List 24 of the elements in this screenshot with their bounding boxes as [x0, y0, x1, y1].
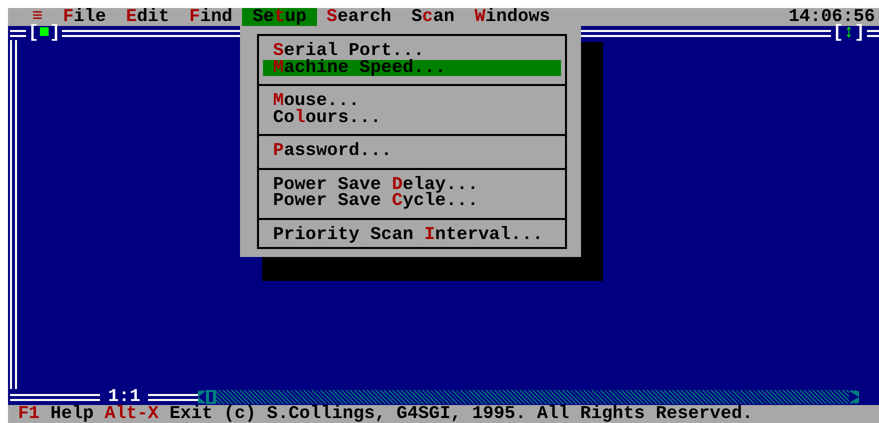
menu-item[interactable]: Edit	[116, 8, 180, 26]
menu-option[interactable]: Power Save Delay...	[263, 176, 561, 193]
horizontal-scrollbar[interactable]	[198, 390, 860, 404]
left-arrow-icon[interactable]	[198, 391, 206, 403]
menu-option[interactable]: Password...	[263, 143, 561, 160]
right-arrow-icon[interactable]	[849, 391, 860, 403]
menu-item[interactable]: Find	[179, 8, 242, 26]
frame-line	[148, 394, 198, 400]
menu-item[interactable]: Search	[316, 8, 402, 26]
copyright-text: (c) S.Collings, G4SGI, 1995. All Rights Reserved.	[224, 404, 753, 423]
menu-option[interactable]: Power Save Cycle...	[263, 193, 561, 210]
frame-line	[867, 30, 879, 36]
cursor-position: 1:1	[108, 389, 140, 405]
menu-option[interactable]: Colours...	[263, 110, 561, 126]
menu-option[interactable]: Priority Scan Interval...	[263, 226, 561, 243]
menu-item[interactable]: Scan	[401, 8, 465, 26]
status-item[interactable]: F1 Help	[18, 404, 94, 423]
scroll-thumb[interactable]	[206, 390, 216, 404]
menu-option[interactable]: Mouse...	[263, 93, 561, 110]
menu-option[interactable]: Serial Port...	[263, 43, 561, 60]
menu-option[interactable]: Machine Speed...	[263, 60, 561, 76]
status-item[interactable]: Alt-X Exit	[104, 404, 213, 423]
menu-item[interactable]: Setup	[242, 8, 316, 26]
menu-item[interactable]: Windows	[464, 8, 560, 26]
